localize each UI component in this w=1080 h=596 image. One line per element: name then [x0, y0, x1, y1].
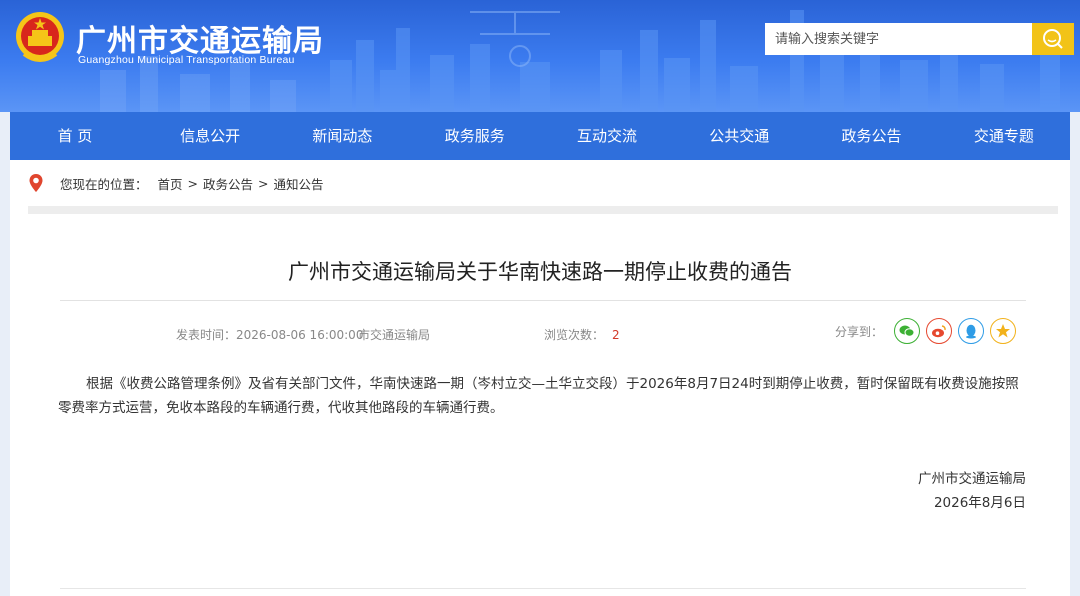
share-wechat-button[interactable]	[894, 318, 920, 344]
nav-item-interaction[interactable]: 互动交流	[541, 112, 673, 160]
article-body: 根据《收费公路管理条例》及省有关部门文件，华南快速路一期（岑村立交—土华立交段）…	[58, 376, 1019, 416]
nav-item-news[interactable]: 新闻动态	[276, 112, 408, 160]
breadcrumb-link-gov-notices[interactable]: 政务公告	[203, 174, 253, 193]
view-count: 浏览次数： 2	[544, 326, 620, 343]
main-content: 您现在的位置： 首页 > 政务公告 > 通知公告 广州市交通运输局关于华南快速路…	[10, 160, 1070, 596]
bottom-divider	[60, 588, 1026, 589]
publish-time: 发表时间：2026-08-06 16:00:00	[176, 328, 364, 342]
nav-item-info-disclosure[interactable]: 信息公开	[144, 112, 276, 160]
breadcrumb-label: 您现在的位置：	[60, 176, 148, 192]
nav-item-gov-services[interactable]: 政务服务	[409, 112, 541, 160]
breadcrumb: 您现在的位置： 首页 > 政务公告 > 通知公告	[28, 160, 1058, 214]
share-qzone-button[interactable]	[990, 318, 1016, 344]
site-subtitle: Guangzhou Municipal Transportation Burea…	[78, 54, 295, 66]
breadcrumb-separator: >	[187, 175, 199, 191]
site-header: 广州市交通运输局 Guangzhou Municipal Transportat…	[0, 0, 1080, 112]
search-icon	[1043, 29, 1063, 49]
search-input[interactable]	[765, 23, 1032, 55]
article-source: 市交通运输局	[358, 328, 431, 342]
wechat-icon	[899, 325, 915, 337]
breadcrumb-link-announcements[interactable]: 通知公告	[274, 174, 324, 193]
nav-item-home[interactable]: 首 页	[10, 112, 144, 160]
national-emblem-logo	[16, 12, 64, 62]
qzone-icon	[996, 324, 1010, 338]
location-pin-icon	[29, 174, 43, 192]
search-button[interactable]	[1032, 23, 1074, 55]
title-divider	[60, 300, 1026, 301]
share-label: 分享到：	[835, 325, 884, 339]
share-weibo-button[interactable]	[926, 318, 952, 344]
nav-item-gov-notices[interactable]: 政务公告	[805, 112, 937, 160]
qq-icon	[966, 324, 976, 339]
nav-item-transport-topics[interactable]: 交通专题	[938, 112, 1070, 160]
share-qq-button[interactable]	[958, 318, 984, 344]
view-count-label: 浏览次数：	[544, 328, 605, 342]
view-count-value: 2	[612, 328, 620, 342]
breadcrumb-link-home[interactable]: 首页	[158, 174, 183, 193]
signature-date: 2026年8月6日	[933, 495, 1026, 511]
nav-item-public-transport[interactable]: 公共交通	[673, 112, 805, 160]
weibo-icon	[932, 325, 946, 338]
article-title: 广州市交通运输局关于华南快速路一期停止收费的通告	[288, 260, 792, 284]
signature-organization: 广州市交通运输局	[918, 471, 1026, 487]
breadcrumb-separator: >	[258, 175, 269, 191]
main-navigation: 首 页 信息公开 新闻动态 政务服务 互动交流 公共交通 政务公告 交通专题	[10, 112, 1070, 160]
